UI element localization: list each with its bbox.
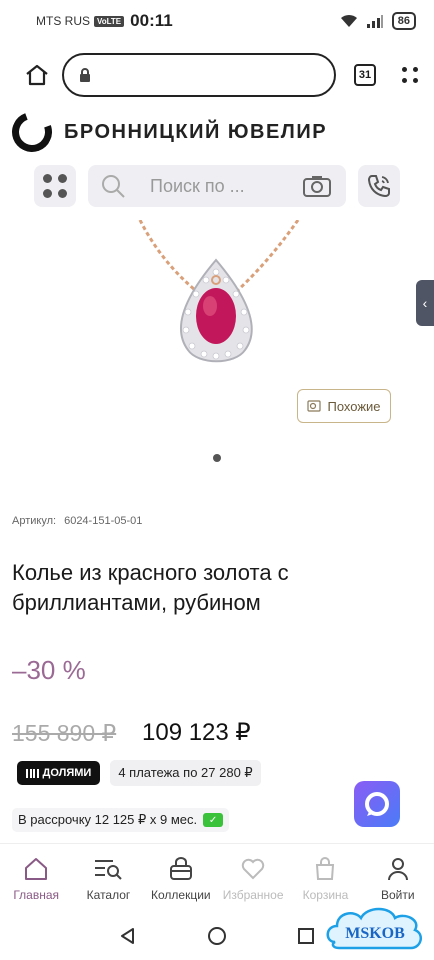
address-bar[interactable] — [62, 53, 336, 97]
product-title: Колье из красного золота с бриллиантами,… — [12, 560, 289, 615]
chevron-left-icon: ‹ — [422, 295, 428, 311]
recents-icon[interactable] — [297, 927, 315, 945]
browser-toolbar: 31 — [0, 50, 434, 100]
nav-favorites[interactable]: Избранное — [218, 856, 288, 902]
status-right: 86 — [340, 12, 416, 30]
battery-level: 86 — [397, 15, 410, 27]
nav-cart-label: Корзина — [302, 888, 349, 902]
nav-login-label: Войти — [381, 888, 415, 902]
carousel-indicator[interactable] — [213, 454, 221, 462]
search-row: Поиск по ... — [0, 165, 434, 209]
discount-badge: –30 % — [12, 655, 86, 685]
side-panel-tab[interactable]: ‹ — [416, 280, 434, 326]
search-icon — [102, 175, 125, 198]
watermark-text: MSKOB — [345, 925, 405, 942]
article-line: Артикул: 6024-151-05-01 — [12, 515, 142, 527]
volte-badge: VoLTE — [94, 15, 125, 27]
bag-icon — [316, 857, 335, 880]
camera-icon[interactable] — [302, 174, 332, 198]
installment-check-icon: ✓ — [203, 813, 224, 827]
dolyami-label: ДОЛЯМИ — [42, 767, 92, 779]
old-price: 155 890 ₽ — [12, 720, 117, 746]
home-icon — [25, 858, 48, 880]
wifi-icon — [340, 14, 357, 27]
dolyami-logo-icon — [26, 768, 39, 778]
chat-icon — [365, 792, 389, 816]
status-left: MTS RUS VoLTE 00:11 — [36, 11, 173, 31]
carrier-name: MTS RUS — [36, 14, 90, 28]
brand-logo — [5, 105, 59, 159]
chat-widget-button[interactable] — [354, 781, 400, 827]
article-label: Артикул: — [12, 515, 57, 527]
similar-button[interactable]: Похожие — [297, 389, 391, 423]
browser-menu-icon[interactable] — [402, 67, 418, 83]
collections-icon — [169, 857, 192, 880]
status-bar: MTS RUS VoLTE 00:11 86 — [0, 0, 434, 42]
nav-login[interactable]: Войти — [363, 856, 433, 902]
lock-icon — [80, 68, 90, 82]
nav-collections[interactable]: Коллекции — [146, 856, 216, 902]
new-price: 109 123 ₽ — [142, 719, 251, 746]
clock: 00:11 — [130, 11, 173, 30]
catalog-search-icon — [95, 860, 123, 880]
search-placeholder: Поиск по ... — [150, 175, 245, 196]
phone-icon — [367, 175, 390, 198]
tab-count: 31 — [358, 69, 372, 81]
installment-text: В рассрочку 12 125 ₽ x 9 мес. — [18, 812, 198, 827]
call-button[interactable] — [358, 165, 400, 207]
tabs-button[interactable]: 31 — [354, 64, 376, 86]
brand-name: БРОННИЦКИЙ ЮВЕЛИР — [64, 120, 328, 143]
dolyami-payments: 4 платежа по 27 280 ₽ — [110, 760, 261, 786]
heart-icon — [241, 858, 265, 880]
search-input[interactable]: Поиск по ... — [88, 165, 346, 207]
nav-home[interactable]: Главная — [1, 856, 71, 902]
battery-icon: 86 — [391, 12, 416, 30]
installment-offer[interactable]: В рассрочку 12 125 ₽ x 9 мес. ✓ — [12, 808, 230, 832]
watermark-logo: MSKOB — [326, 907, 423, 950]
similar-label: Похожие — [327, 398, 381, 414]
nav-collections-label: Коллекции — [151, 888, 211, 902]
dolyami-row[interactable]: ДОЛЯМИ 4 платежа по 27 280 ₽ — [17, 760, 261, 786]
signal-icon — [366, 15, 383, 28]
nav-catalog-label: Каталог — [86, 888, 131, 902]
catalog-grid-button[interactable] — [34, 165, 76, 207]
home-icon[interactable] — [24, 63, 50, 87]
similar-search-icon — [307, 400, 322, 412]
nav-cart[interactable]: Корзина — [290, 856, 360, 902]
nav-favorites-label: Избранное — [222, 888, 284, 902]
dolyami-badge: ДОЛЯМИ — [17, 761, 101, 785]
home-circle-icon[interactable] — [207, 926, 227, 946]
article-value: 6024-151-05-01 — [64, 515, 143, 527]
user-icon — [387, 858, 408, 881]
nav-home-label: Главная — [13, 888, 59, 902]
back-icon[interactable] — [119, 927, 137, 945]
product-image[interactable] — [0, 220, 434, 480]
nav-catalog[interactable]: Каталог — [73, 856, 143, 902]
site-header[interactable]: БРОННИЦКИЙ ЮВЕЛИР — [5, 105, 328, 159]
